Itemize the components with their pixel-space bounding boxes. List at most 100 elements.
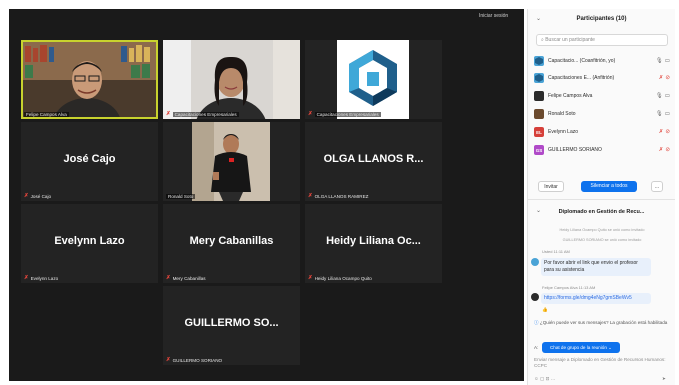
muted-mic-icon: ✗	[308, 275, 313, 281]
muted-mic-icon: ✗	[658, 75, 664, 81]
muted-mic-icon: ✗	[24, 275, 29, 281]
signin-link[interactable]: Iniciar sesión	[479, 13, 508, 19]
participant-name: Heidy Liliana Oc...	[326, 235, 421, 247]
mic-icon: 🎙	[655, 111, 663, 117]
chat-link[interactable]: https://forms.gle/dmg4eNg7gmSBeWv5	[541, 293, 651, 304]
participant-name: Ronald Soto	[548, 111, 576, 117]
video-tile-heidy[interactable]: Heidy Liliana Oc... ✗ Heidy Liliana Ocamp…	[305, 204, 442, 283]
more-icon[interactable]: …	[551, 376, 556, 381]
participant-name: GUILLERMO SO...	[184, 317, 279, 329]
avatar: EL	[534, 127, 544, 137]
mic-icon: 🎙	[655, 93, 663, 99]
participant-row[interactable]: Ronald Soto 🎙 ▭	[534, 107, 670, 121]
camera-icon: ▭	[664, 58, 670, 64]
divider	[528, 199, 675, 200]
camera-off-icon: ⊘	[665, 147, 670, 153]
tile-caption: Capacitaciones Empresariales	[314, 111, 381, 117]
mute-all-button[interactable]: Silenciar a todos	[581, 181, 637, 192]
file-icon[interactable]: ▢	[540, 376, 544, 381]
participant-name: José Cajo	[63, 153, 116, 165]
muted-mic-icon: ✗	[658, 129, 664, 135]
participant-name: Evelynn Lazo	[54, 235, 125, 247]
muted-mic-icon: ✗	[24, 193, 29, 199]
muted-mic-icon: ✗	[658, 147, 664, 153]
avatar	[534, 56, 544, 66]
tile-caption: Felipe Campos Alva	[24, 112, 69, 117]
participant-row[interactable]: EL Evelynn Lazo ✗ ⊘	[534, 125, 670, 139]
avatar	[534, 109, 544, 119]
participant-name: GUILLERMO SORIANO	[548, 147, 602, 153]
muted-mic-icon: ✗	[166, 357, 171, 363]
tile-caption: Heidy Liliana Ocampo Quito	[314, 275, 372, 281]
privacy-text: ¿Quién puede ver sus mensajes? La grabac…	[539, 320, 668, 325]
participant-row[interactable]: GS GUILLERMO SORIANO ✗ ⊘	[534, 143, 670, 157]
video-tile-felipe[interactable]: Felipe Campos Alva	[21, 40, 158, 119]
avatar	[534, 91, 544, 101]
emoji-icon[interactable]: ☺	[534, 376, 539, 381]
muted-mic-icon: ✗	[166, 275, 171, 281]
participant-video-capacitaciones	[163, 40, 300, 119]
send-icon[interactable]: ➤	[662, 376, 666, 382]
tile-caption: OLGA LLANOS RAMIREZ	[314, 193, 369, 199]
tile-caption: Ronald Soto	[166, 194, 196, 199]
participant-row[interactable]: Capacitaciones E... (Anfitrión) ✗ ⊘	[534, 71, 670, 85]
side-panel: ⌄ Participantes (10) ⌕ Buscar un partici…	[527, 9, 675, 385]
participant-row[interactable]: Capacitacio... (Coanfitrión, yo) 🎙 ▭	[534, 54, 670, 68]
mic-icon: 🎙	[655, 58, 663, 64]
participant-row[interactable]: Felipe Campos Alva 🎙 ▭	[534, 89, 670, 103]
muted-mic-icon: ✗	[308, 193, 313, 199]
chat-recipient-dropdown[interactable]: Chat de grupo de la reunión ⌄	[542, 342, 620, 353]
company-logo-icon	[349, 50, 397, 106]
avatar	[531, 258, 539, 266]
message-meta: Usted 11:11 AM	[542, 249, 570, 254]
system-message: GUILLERMO SORIANO se unió como invitado	[562, 238, 642, 242]
tile-caption: José Cajo	[30, 193, 52, 199]
avatar	[531, 293, 539, 301]
muted-mic-icon: ✗	[308, 111, 313, 117]
video-tile-jose[interactable]: José Cajo ✗ José Cajo	[21, 122, 158, 201]
reactions[interactable]: 👍	[542, 307, 548, 313]
participant-name: OLGA LLANOS R...	[323, 153, 424, 165]
more-button[interactable]: ...	[651, 181, 663, 192]
camera-icon: ▭	[664, 93, 670, 99]
participant-name: Felipe Campos Alva	[548, 93, 593, 99]
video-tile-evelynn[interactable]: Evelynn Lazo ✗ Evelynn Lazo	[21, 204, 158, 283]
participant-video-ronald	[163, 122, 300, 201]
camera-icon: ▭	[664, 111, 670, 117]
screenshot-icon[interactable]: ⊡	[546, 376, 550, 381]
avatar	[534, 73, 544, 83]
avatar: GS	[534, 145, 544, 155]
message-meta: Felipe Campos Alva 11:13 AM	[542, 285, 596, 290]
video-tile-mery[interactable]: Mery Cabanillas ✗ Mery Cabanillas	[163, 204, 300, 283]
participant-video-felipe	[21, 40, 158, 119]
chat-title: Diplomado en Gestión de Recu...	[558, 209, 645, 215]
tile-caption: GUILLERMO SORIANO	[172, 357, 223, 363]
tile-caption: Mery Cabanillas	[172, 275, 206, 281]
muted-mic-icon: ✗	[166, 111, 171, 117]
video-tile-guillermo[interactable]: GUILLERMO SO... ✗ GUILLERMO SORIANO	[163, 286, 300, 365]
tile-caption: Capacitaciones Empresariales	[172, 111, 239, 117]
camera-off-icon: ⊘	[665, 129, 670, 135]
video-tile-ronald[interactable]: Ronald Soto	[163, 122, 300, 201]
search-icon: ⌕	[541, 37, 544, 43]
search-placeholder: Buscar un participante	[545, 37, 595, 43]
participant-name: Capacitacio... (Coanfitrión, yo)	[548, 58, 616, 64]
chat-message: Por favor abrir el link que envio el pro…	[541, 258, 651, 276]
participant-name: Capacitaciones E... (Anfitrión)	[548, 75, 615, 81]
video-tile-capacitaciones-logo[interactable]: ✗ Capacitaciones Empresariales	[305, 40, 442, 119]
info-icon: ⓘ	[534, 320, 539, 325]
invite-button[interactable]: Invitar	[538, 181, 564, 192]
participants-title: Participantes (10)	[576, 16, 627, 22]
zoom-window: Iniciar sesión Felipe Campos Alva ✗ Capa…	[0, 0, 679, 385]
camera-off-icon: ⊘	[665, 75, 670, 81]
video-tile-olga[interactable]: OLGA LLANOS R... ✗ OLGA LLANOS RAMIREZ	[305, 122, 442, 201]
video-tile-capacitaciones-cam[interactable]: ✗ Capacitaciones Empresariales	[163, 40, 300, 119]
system-message: Heidy Liliana Ocampo Quito se unió como …	[559, 228, 645, 232]
chat-compose-input[interactable]: Enviar mensaje a Diplomado en Gestión de…	[534, 357, 666, 369]
video-gallery: Iniciar sesión Felipe Campos Alva ✗ Capa…	[9, 9, 524, 381]
participant-name: Mery Cabanillas	[189, 235, 274, 247]
tile-caption: Evelynn Lazo	[30, 275, 59, 281]
participant-name: Evelynn Lazo	[548, 129, 579, 135]
to-label: A:	[534, 345, 539, 350]
participant-search-input[interactable]: ⌕ Buscar un participante	[536, 34, 668, 46]
